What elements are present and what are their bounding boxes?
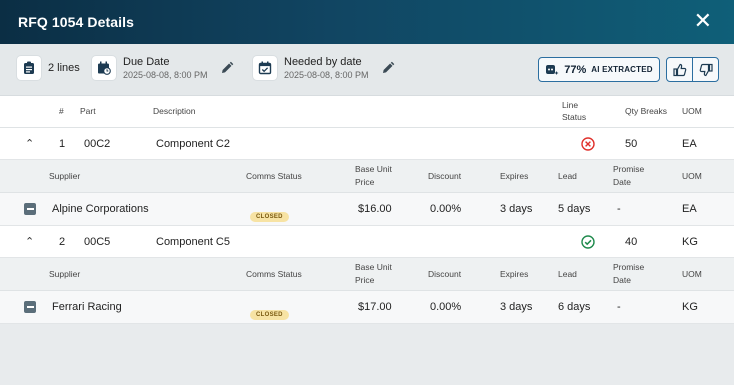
col-num: #	[59, 106, 64, 116]
supplier-price: $17.00	[358, 301, 392, 313]
col-promise-2: Date	[613, 275, 631, 285]
collapse-supplier-button[interactable]	[24, 301, 36, 313]
thumbs-down-icon[interactable]	[693, 58, 718, 81]
thumbs-up-icon[interactable]	[667, 58, 693, 81]
col-base-price-2: Price	[355, 275, 375, 285]
line-num: 2	[59, 236, 66, 248]
col-supplier-uom: UOM	[682, 269, 702, 279]
line-description: Component C5	[156, 236, 230, 248]
status-ok-icon	[581, 235, 595, 254]
ai-extracted-badge[interactable]: 77% AI EXTRACTED	[538, 57, 660, 82]
col-uom: UOM	[682, 106, 702, 116]
col-qty-breaks: Qty Breaks	[625, 106, 668, 116]
col-promise-1: Promise	[613, 262, 645, 272]
supplier-header: Supplier Comms Status Base Unit Price Di…	[0, 160, 734, 193]
col-line-status-2: Status	[562, 112, 587, 122]
col-base-price-2: Price	[355, 177, 375, 187]
close-icon[interactable]: ✕	[694, 11, 712, 33]
table-row[interactable]: ⌃ 2 00C5 Component C5 40 KG	[0, 226, 734, 258]
supplier-lead: 6 days	[558, 301, 591, 313]
edit-needed-by-icon[interactable]	[381, 61, 395, 75]
status-error-icon	[581, 137, 595, 156]
modal-header: RFQ 1054 Details ✕	[0, 0, 734, 44]
col-supplier: Supplier	[49, 269, 81, 279]
ai-label: AI EXTRACTED	[591, 65, 653, 74]
needed-by-label: Needed by date	[284, 56, 362, 68]
ai-sparkle-icon	[546, 64, 559, 75]
table-header: # Part Description Line Status Qty Break…	[0, 96, 734, 128]
line-num: 1	[59, 138, 66, 150]
supplier-uom: KG	[682, 301, 698, 313]
comms-status-badge: CLOSED	[250, 310, 289, 320]
col-expires: Expires	[500, 171, 529, 181]
col-discount: Discount	[428, 269, 462, 279]
line-uom: EA	[682, 138, 697, 150]
calendar-clock-icon	[92, 56, 116, 80]
supplier-price: $16.00	[358, 203, 392, 215]
supplier-uom: EA	[682, 203, 697, 215]
collapse-supplier-button[interactable]	[24, 203, 36, 215]
col-base-price-1: Base Unit	[355, 262, 392, 272]
supplier-name: Ferrari Racing	[52, 301, 122, 313]
supplier-name: Alpine Corporations	[52, 203, 149, 215]
line-description: Component C2	[156, 138, 230, 150]
supplier-header: Supplier Comms Status Base Unit Price Di…	[0, 258, 734, 291]
due-date-label: Due Date	[123, 56, 170, 68]
needed-by-date: Needed by date 2025-08-08, 8:00 PM	[253, 56, 369, 80]
col-comms-status: Comms Status	[246, 269, 302, 279]
due-date-value: 2025-08-08, 8:00 PM	[123, 70, 208, 80]
col-comms-status: Comms Status	[246, 171, 302, 181]
table-row[interactable]: ⌃ 1 00C2 Component C2 50 EA	[0, 128, 734, 160]
supplier-promise: -	[617, 301, 621, 313]
col-base-price-1: Base Unit	[355, 164, 392, 174]
lines-label: 2 lines	[48, 62, 80, 74]
modal-title: RFQ 1054 Details	[18, 14, 134, 30]
line-qty: 50	[625, 138, 638, 150]
lines-count: 2 lines	[17, 56, 80, 80]
supplier-discount: 0.00%	[430, 203, 462, 215]
ai-percentage: 77%	[564, 63, 587, 76]
col-expires: Expires	[500, 269, 529, 279]
line-part: 00C5	[84, 236, 111, 248]
supplier-row[interactable]: Alpine Corporations CLOSED $16.00 0.00% …	[0, 193, 734, 226]
line-part: 00C2	[84, 138, 111, 150]
col-promise-1: Promise	[613, 164, 645, 174]
needed-by-value: 2025-08-08, 8:00 PM	[284, 70, 369, 80]
col-discount: Discount	[428, 171, 462, 181]
col-lead: Lead	[558, 171, 577, 181]
line-qty: 40	[625, 236, 638, 248]
col-supplier-uom: UOM	[682, 171, 702, 181]
feedback-buttons	[666, 57, 719, 82]
clipboard-icon	[17, 56, 41, 80]
col-line-status-1: Line	[562, 100, 579, 110]
col-description: Description	[153, 106, 196, 116]
empty-area	[0, 324, 734, 385]
comms-status-badge: CLOSED	[250, 212, 289, 222]
supplier-lead: 5 days	[558, 203, 591, 215]
due-date: Due Date 2025-08-08, 8:00 PM	[92, 56, 208, 80]
col-lead: Lead	[558, 269, 577, 279]
supplier-discount: 0.00%	[430, 301, 462, 313]
col-promise-2: Date	[613, 177, 631, 187]
supplier-expires: 3 days	[500, 203, 533, 215]
supplier-promise: -	[617, 203, 621, 215]
supplier-expires: 3 days	[500, 301, 533, 313]
chevron-up-icon[interactable]: ⌃	[25, 137, 34, 150]
supplier-row[interactable]: Ferrari Racing CLOSED $17.00 0.00% 3 day…	[0, 291, 734, 324]
col-part: Part	[80, 106, 96, 116]
col-supplier: Supplier	[49, 171, 81, 181]
edit-due-date-icon[interactable]	[220, 61, 234, 75]
line-uom: KG	[682, 236, 698, 248]
chevron-up-icon[interactable]: ⌃	[25, 235, 34, 248]
calendar-check-icon	[253, 56, 277, 80]
